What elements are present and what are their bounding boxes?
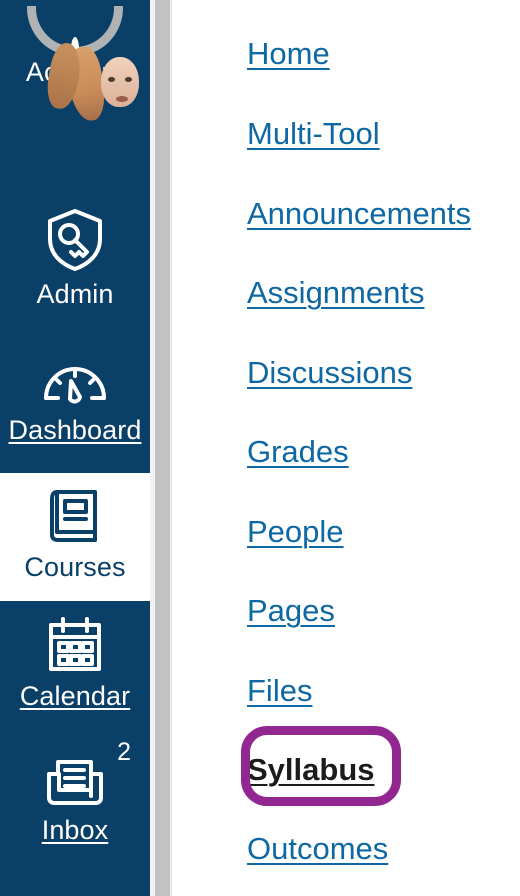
nav-item-label: Courses [24, 552, 126, 582]
nav-item-inbox[interactable]: 2 Inbox [0, 740, 150, 847]
course-nav-item-assignments[interactable]: Assignments [247, 275, 424, 311]
speedometer-icon [0, 352, 150, 408]
book-icon [0, 487, 150, 545]
inbox-unread-badge: 2 [117, 738, 131, 766]
global-navigation-rail: Account Admin [0, 0, 150, 896]
calendar-icon [0, 616, 150, 674]
course-nav-item-home[interactable]: Home [247, 36, 330, 72]
nav-item-dashboard[interactable]: Dashboard [0, 352, 150, 447]
nav-item-courses[interactable]: Courses [0, 473, 150, 601]
nav-item-label: Calendar [19, 681, 131, 711]
scrollbar-column [150, 0, 172, 896]
nav-item-label: Inbox [41, 815, 109, 845]
course-nav-item-people[interactable]: People [247, 514, 344, 550]
course-nav-item-multi-tool[interactable]: Multi-Tool [247, 116, 380, 152]
nav-item-admin[interactable]: Admin [0, 208, 150, 311]
avatar [44, 37, 139, 124]
inbox-tray-icon: 2 [0, 740, 150, 808]
course-nav-item-syllabus[interactable]: Syllabus [247, 752, 375, 788]
course-nav-item-files[interactable]: Files [247, 673, 312, 709]
nav-item-account[interactable]: Account [0, 37, 150, 124]
course-nav-item-grades[interactable]: Grades [247, 434, 349, 470]
course-nav-item-outcomes[interactable]: Outcomes [247, 831, 388, 867]
course-nav-item-pages[interactable]: Pages [247, 593, 335, 629]
vertical-scrollbar-thumb[interactable] [155, 0, 170, 896]
nav-item-calendar[interactable]: Calendar [0, 616, 150, 713]
course-nav-item-discussions[interactable]: Discussions [247, 355, 412, 391]
shield-key-icon [0, 208, 150, 272]
course-navigation-menu: Home Multi-Tool Announcements Assignment… [172, 0, 520, 896]
course-nav-item-announcements[interactable]: Announcements [247, 196, 471, 232]
canvas-course-navigation-screen: Account Admin [0, 0, 520, 896]
nav-item-label: Admin [36, 279, 114, 309]
nav-item-label: Dashboard [8, 415, 142, 445]
